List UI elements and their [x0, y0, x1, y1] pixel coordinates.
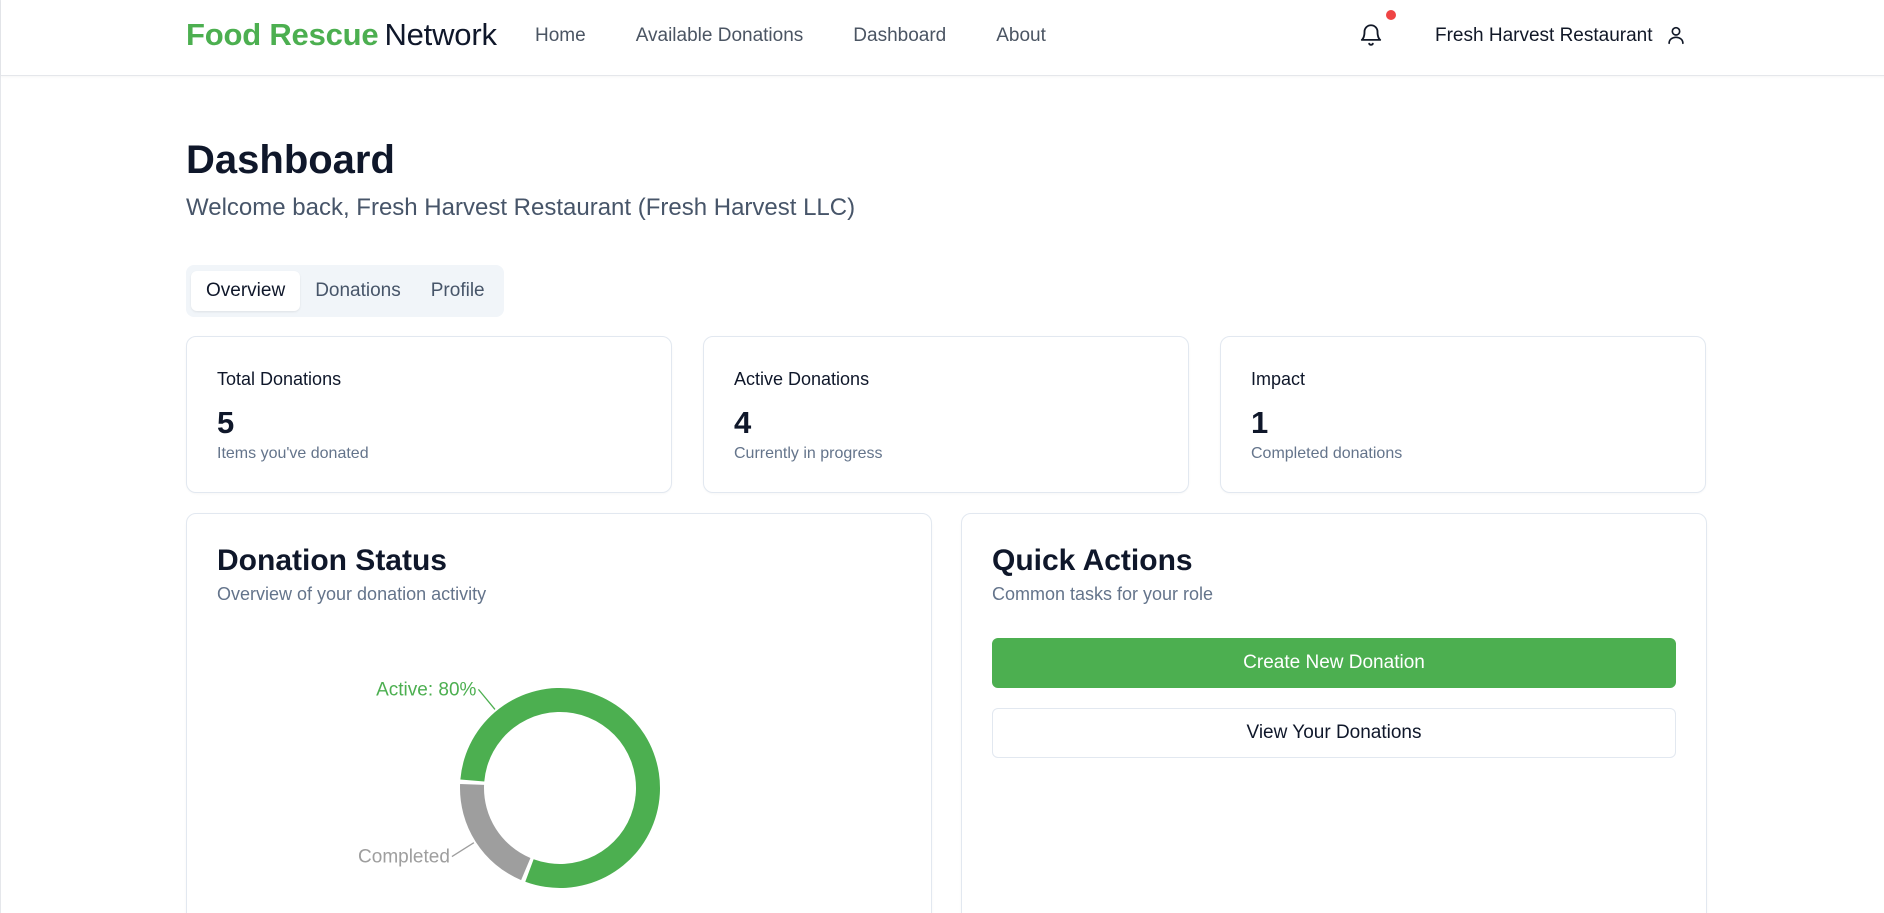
stat-card-active-donations: Active Donations 4 Currently in progress — [703, 336, 1189, 493]
stat-value: 1 — [1251, 405, 1269, 440]
card-title: Quick Actions — [992, 544, 1193, 577]
stat-value: 4 — [734, 405, 752, 440]
donation-status-donut-chart: Active: 80% Completed — [358, 679, 660, 888]
page-title: Dashboard — [186, 138, 395, 182]
stat-subtext: Items you've donated — [217, 445, 369, 462]
user-icon[interactable] — [1665, 24, 1687, 46]
nav-item-dashboard[interactable]: Dashboard — [853, 25, 946, 47]
stat-label: Active Donations — [734, 369, 870, 389]
stat-value: 5 — [217, 405, 235, 440]
quick-actions-card: Quick Actions Common tasks for your role… — [961, 513, 1707, 913]
nav-item-home[interactable]: Home — [535, 25, 586, 47]
dashboard-tabs: Overview Donations Profile — [186, 265, 504, 317]
view-your-donations-button[interactable]: View Your Donations — [992, 708, 1676, 758]
tab-overview[interactable]: Overview — [191, 271, 301, 311]
card-description: Common tasks for your role — [992, 584, 1214, 604]
donut-label-active: Active: 80% — [376, 679, 476, 700]
create-new-donation-button[interactable]: Create New Donation — [992, 638, 1676, 688]
donut-slice-completed — [460, 783, 531, 881]
stat-card-impact: Impact 1 Completed donations — [1220, 336, 1706, 493]
brand-logo[interactable]: Food Rescue Network — [186, 17, 497, 53]
stat-card-total-donations: Total Donations 5 Items you've donated — [186, 336, 672, 493]
nav-item-available-donations[interactable]: Available Donations — [636, 25, 804, 47]
user-menu-name[interactable]: Fresh Harvest Restaurant — [1435, 25, 1653, 47]
donut-label-line-active — [477, 688, 496, 710]
main-nav: Home Available Donations Dashboard About — [535, 25, 1096, 47]
donut-label-line-completed — [451, 842, 475, 858]
stat-label: Total Donations — [217, 369, 342, 389]
donut-label-completed: Completed — [358, 847, 450, 868]
stat-subtext: Completed donations — [1251, 445, 1403, 462]
brand-name-secondary: Network — [384, 17, 497, 52]
nav-item-about[interactable]: About — [996, 25, 1046, 47]
stat-subtext: Currently in progress — [734, 445, 883, 462]
notification-dot — [1386, 10, 1396, 20]
brand-name-primary: Food Rescue — [186, 17, 379, 52]
tab-donations[interactable]: Donations — [300, 271, 416, 311]
stat-label: Impact — [1251, 369, 1306, 389]
welcome-message: Welcome back, Fresh Harvest Restaurant (… — [186, 194, 856, 221]
top-navbar: Food Rescue Network Home Available Donati… — [1, 0, 1884, 76]
donation-status-card: Donation Status Overview of your donatio… — [186, 513, 932, 913]
bell-icon[interactable] — [1358, 22, 1384, 48]
tab-profile[interactable]: Profile — [416, 271, 500, 311]
